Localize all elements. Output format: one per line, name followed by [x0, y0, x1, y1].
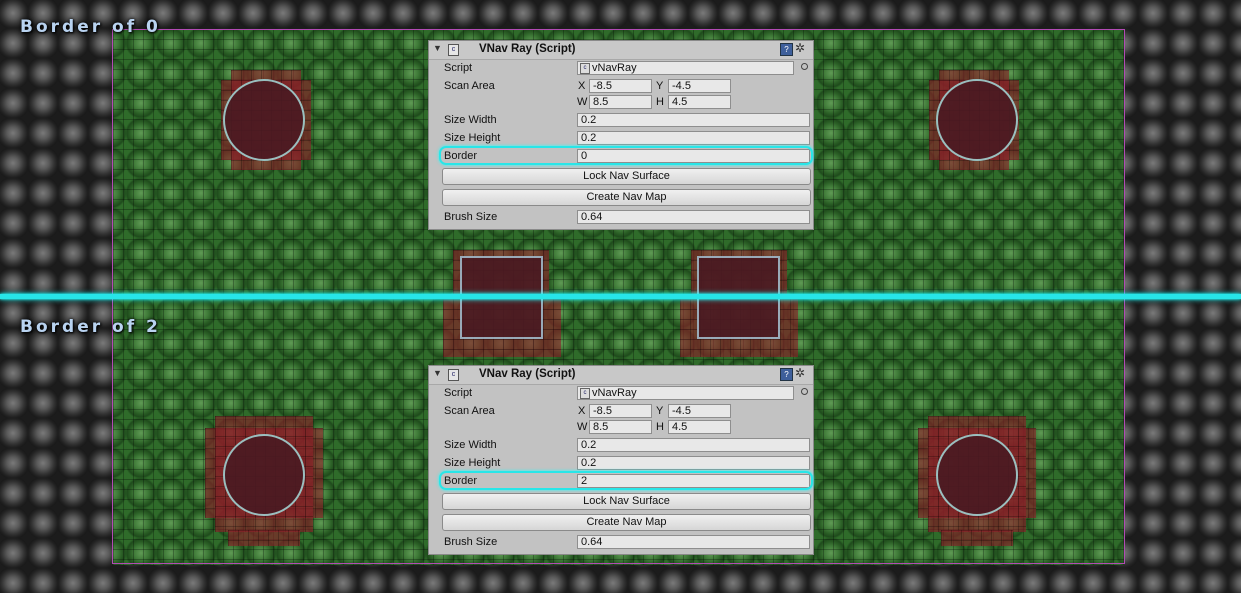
- script-icon: c: [580, 388, 590, 399]
- script-row: Script c vNavRay: [429, 60, 813, 78]
- scan-area-label: Scan Area: [444, 405, 495, 417]
- section-label: Border of 0: [20, 17, 161, 37]
- script-icon: c: [448, 44, 459, 56]
- brush-size-field[interactable]: 0.64: [577, 210, 810, 224]
- size-width-label: Size Width: [444, 439, 497, 451]
- script-row: Script c vNavRay: [429, 385, 813, 403]
- h-label: H: [656, 421, 664, 433]
- brush-size-label: Brush Size: [444, 211, 498, 223]
- inspector-panel: ▼ c VNav Ray (Script) ? ✲ Script c vNavR…: [428, 365, 814, 555]
- size-height-field[interactable]: 0.2: [577, 456, 810, 470]
- script-icon: c: [448, 369, 459, 381]
- script-value: vNavRay: [592, 387, 637, 399]
- section-label: Border of 2: [20, 317, 161, 337]
- lock-nav-surface-button[interactable]: Lock Nav Surface: [442, 168, 811, 185]
- w-label: W: [577, 96, 588, 108]
- brush-size-field[interactable]: 0.64: [577, 535, 810, 549]
- script-field[interactable]: c vNavRay: [577, 61, 794, 75]
- w-field[interactable]: 8.5: [589, 420, 652, 434]
- gear-icon[interactable]: ✲: [795, 366, 805, 380]
- size-height-label: Size Height: [444, 132, 501, 144]
- x-label: X: [578, 405, 586, 417]
- size-width-field[interactable]: 0.2: [577, 113, 810, 127]
- script-icon: c: [580, 63, 590, 74]
- script-field[interactable]: c vNavRay: [577, 386, 794, 400]
- create-nav-map-button[interactable]: Create Nav Map: [442, 514, 811, 531]
- x-field[interactable]: -8.5: [589, 404, 652, 418]
- scan-area-label: Scan Area: [444, 80, 495, 92]
- h-label: H: [656, 96, 664, 108]
- size-width-row: Size Width 0.2: [429, 112, 813, 130]
- inspector-panel: ▼ c VNav Ray (Script) ? ✲ Script c vNavR…: [428, 40, 814, 230]
- y-field[interactable]: -4.5: [668, 404, 731, 418]
- scan-area-size-row: W 8.5 H 4.5: [429, 94, 813, 110]
- scan-area-size-row: W 8.5 H 4.5: [429, 419, 813, 435]
- create-row: Create Nav Map: [429, 514, 813, 534]
- size-width-row: Size Width 0.2: [429, 437, 813, 455]
- y-label: Y: [656, 405, 664, 417]
- script-value: vNavRay: [592, 62, 637, 74]
- size-height-label: Size Height: [444, 457, 501, 469]
- w-label: W: [577, 421, 588, 433]
- gear-icon[interactable]: ✲: [795, 41, 805, 55]
- component-title: VNav Ray (Script): [479, 43, 576, 55]
- create-row: Create Nav Map: [429, 189, 813, 209]
- size-width-field[interactable]: 0.2: [577, 438, 810, 452]
- border-row: Border 2: [429, 471, 813, 491]
- help-icon[interactable]: ?: [780, 43, 793, 56]
- size-width-label: Size Width: [444, 114, 497, 126]
- brush-size-row: Brush Size 0.64: [429, 209, 813, 229]
- object-picker-icon[interactable]: [801, 388, 808, 395]
- w-field[interactable]: 8.5: [589, 95, 652, 109]
- h-field[interactable]: 4.5: [668, 95, 731, 109]
- help-icon[interactable]: ?: [780, 368, 793, 381]
- size-height-field[interactable]: 0.2: [577, 131, 810, 145]
- brush-size-row: Brush Size 0.64: [429, 534, 813, 554]
- inspector-header[interactable]: ▼ c VNav Ray (Script) ? ✲: [429, 41, 813, 60]
- component-title: VNav Ray (Script): [479, 368, 576, 380]
- script-label: Script: [444, 387, 473, 399]
- inspector-header[interactable]: ▼ c VNav Ray (Script) ? ✲: [429, 366, 813, 385]
- brush-size-label: Brush Size: [444, 536, 498, 548]
- lock-nav-surface-button[interactable]: Lock Nav Surface: [442, 493, 811, 510]
- foldout-arrow-icon[interactable]: ▼: [433, 368, 442, 378]
- lock-row: Lock Nav Surface: [429, 493, 813, 514]
- script-label: Script: [444, 62, 473, 74]
- divider-line: [0, 294, 1241, 299]
- lock-row: Lock Nav Surface: [429, 168, 813, 189]
- create-nav-map-button[interactable]: Create Nav Map: [442, 189, 811, 206]
- foldout-arrow-icon[interactable]: ▼: [433, 43, 442, 53]
- scene-view: Border of 0 Border of 2 ▼ c VNav Ray (Sc…: [0, 0, 1241, 593]
- y-field[interactable]: -4.5: [668, 79, 731, 93]
- x-label: X: [578, 80, 586, 92]
- h-field[interactable]: 4.5: [668, 420, 731, 434]
- border-highlight: [439, 146, 813, 165]
- border-highlight: [439, 471, 813, 490]
- x-field[interactable]: -8.5: [589, 79, 652, 93]
- y-label: Y: [656, 80, 664, 92]
- object-picker-icon[interactable]: [801, 63, 808, 70]
- border-row: Border 0: [429, 146, 813, 166]
